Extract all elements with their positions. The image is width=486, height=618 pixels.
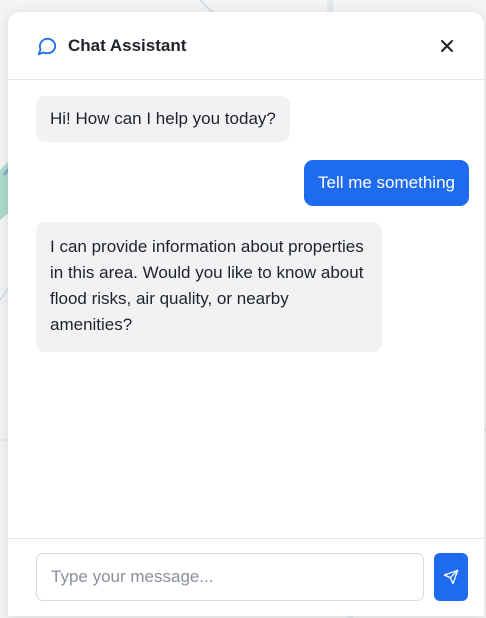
close-button[interactable] (434, 33, 460, 59)
assistant-message: Hi! How can I help you today? (36, 96, 290, 142)
user-message: Tell me something (303, 160, 469, 206)
chat-window: Chat Assistant Hi! How can I help you to… (8, 12, 484, 616)
close-icon (441, 39, 453, 52)
chat-bubble-icon (36, 35, 58, 57)
chat-title: Chat Assistant (68, 35, 187, 55)
message-list: Hi! How can I help you today? Tell me so… (8, 80, 484, 538)
send-button[interactable] (434, 553, 468, 601)
send-icon (443, 569, 459, 585)
chat-header: Chat Assistant (8, 12, 484, 80)
message-input[interactable] (36, 553, 424, 601)
assistant-message: I can provide information about properti… (36, 222, 382, 352)
input-bar (8, 538, 484, 616)
